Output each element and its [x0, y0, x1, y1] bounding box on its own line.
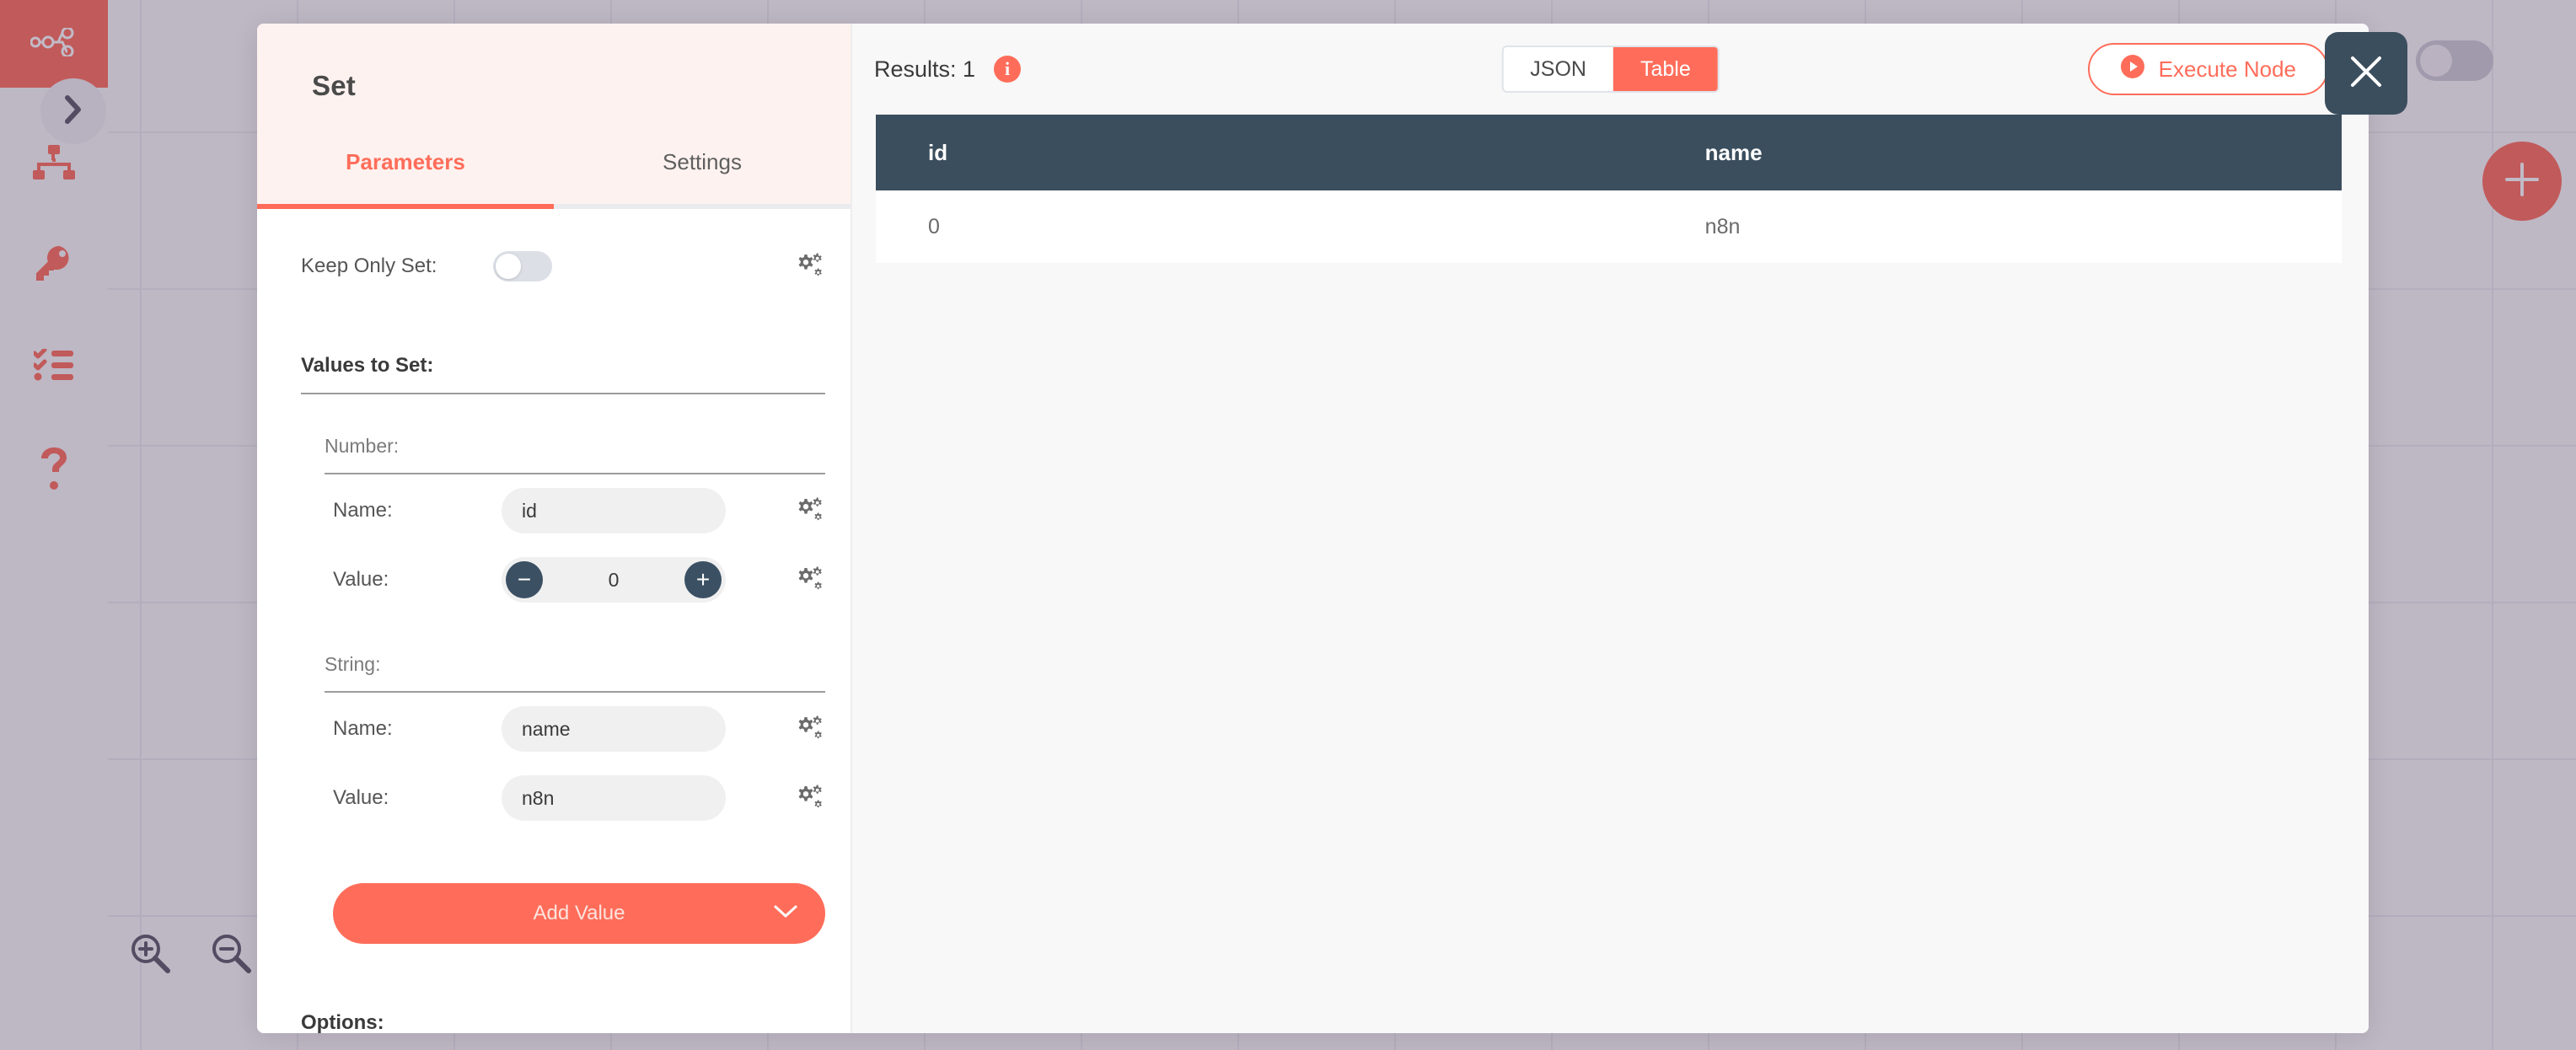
view-mode-json-label: JSON — [1530, 56, 1586, 81]
info-icon[interactable]: i — [994, 56, 1022, 83]
field-row-string-value: Value: n8n — [257, 765, 851, 831]
results-table: id name 0 n8n — [876, 115, 2342, 263]
field-label-number-name: Name: — [333, 499, 393, 522]
plus-icon[interactable]: + — [684, 561, 722, 598]
string-name-input[interactable]: name — [502, 706, 726, 752]
tab-bar: Parameters Settings — [257, 131, 851, 209]
tab-settings-label: Settings — [663, 148, 742, 174]
table-header-row: id name — [876, 115, 2342, 190]
view-mode-json[interactable]: JSON — [1503, 47, 1613, 91]
table-column-header-name[interactable]: name — [1652, 115, 2342, 190]
add-value-label: Add Value — [533, 902, 625, 924]
number-value-stepper[interactable]: − 0 + — [502, 557, 726, 603]
keep-only-set-label: Keep Only Set: — [301, 254, 437, 277]
view-mode-table-label: Table — [1640, 56, 1691, 81]
options-title: Options: — [301, 1011, 384, 1033]
table-cell-id: 0 — [876, 190, 1653, 263]
group-divider-number — [325, 473, 825, 474]
number-name-input[interactable]: id — [502, 488, 726, 533]
keep-only-set-row: Keep Only Set: — [257, 209, 851, 302]
close-modal-button[interactable] — [2325, 32, 2407, 115]
field-row-number-value: Value: − 0 + — [257, 547, 851, 613]
execute-node-label: Execute Node — [2158, 56, 2296, 82]
table-row: 0 n8n — [876, 190, 2342, 263]
field-row-string-name: Name: name — [257, 696, 851, 762]
keep-only-set-toggle[interactable] — [493, 251, 552, 281]
table-column-header-id[interactable]: id — [876, 115, 1653, 190]
node-settings-modal: Set Parameters Settings Keep Only Set: V… — [257, 24, 2369, 1033]
results-header: Results: 1 i JSON Table Execute Node — [852, 24, 2369, 115]
tab-settings[interactable]: Settings — [554, 131, 851, 209]
add-value-button[interactable]: Add Value — [333, 883, 825, 944]
values-to-set-divider — [301, 393, 825, 394]
play-icon — [2120, 54, 2145, 85]
gear-options-icon[interactable] — [795, 714, 825, 744]
table-cell-name: n8n — [1652, 190, 2342, 263]
tab-parameters-label: Parameters — [346, 148, 465, 174]
gear-options-icon[interactable] — [795, 251, 825, 281]
field-row-number-name: Name: id — [257, 478, 851, 544]
gear-options-icon[interactable] — [795, 565, 825, 595]
string-value-input[interactable]: n8n — [502, 775, 726, 821]
field-label-string-value: Value: — [333, 786, 389, 809]
results-count-label: Results: 1 — [874, 56, 976, 82]
values-to-set-title: Values to Set: — [301, 354, 434, 377]
parameters-header: Set Parameters Settings — [257, 24, 851, 209]
chevron-down-icon — [773, 902, 798, 925]
close-icon — [2347, 52, 2385, 95]
page-title: Set — [312, 70, 356, 101]
field-label-number-value: Value: — [333, 568, 389, 591]
group-type-label-number: Number: — [325, 435, 400, 457]
view-mode-table[interactable]: Table — [1613, 47, 1718, 91]
view-mode-toggle: JSON Table — [1501, 46, 1720, 93]
minus-icon[interactable]: − — [506, 561, 543, 598]
parameters-body: Keep Only Set: Values to Set: Number: Na… — [257, 209, 851, 1033]
results-pane: Results: 1 i JSON Table Execute Node id … — [852, 24, 2369, 1033]
execute-node-button[interactable]: Execute Node — [2087, 43, 2328, 95]
group-type-label-string: String: — [325, 653, 381, 675]
tab-parameters[interactable]: Parameters — [257, 131, 554, 209]
parameters-pane: Set Parameters Settings Keep Only Set: V… — [257, 24, 852, 1033]
gear-options-icon[interactable] — [795, 783, 825, 813]
group-divider-string — [325, 691, 825, 693]
gear-options-icon[interactable] — [795, 496, 825, 526]
field-label-string-name: Name: — [333, 717, 393, 740]
